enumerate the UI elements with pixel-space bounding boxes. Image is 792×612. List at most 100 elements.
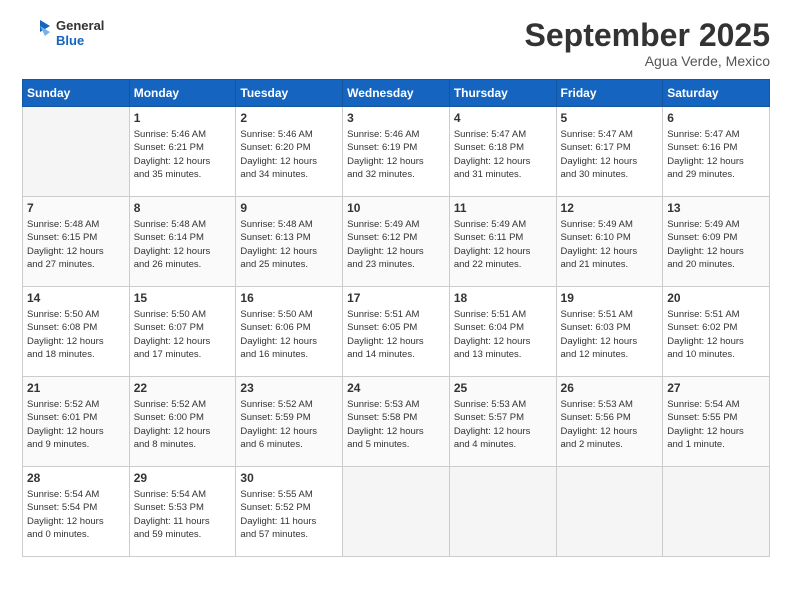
day-number: 23 xyxy=(240,380,338,397)
day-number: 15 xyxy=(134,290,232,307)
day-info-line: Sunrise: 5:46 AM xyxy=(347,128,445,141)
day-info-line: Sunset: 6:18 PM xyxy=(454,141,552,154)
calendar-cell xyxy=(449,467,556,557)
day-info-line: Sunrise: 5:54 AM xyxy=(27,488,125,501)
week-row-5: 28Sunrise: 5:54 AMSunset: 5:54 PMDayligh… xyxy=(23,467,770,557)
day-number: 20 xyxy=(667,290,765,307)
day-number: 11 xyxy=(454,200,552,217)
day-info-line: Sunrise: 5:47 AM xyxy=(667,128,765,141)
day-info-line: Daylight: 12 hours xyxy=(347,425,445,438)
day-info-line: Daylight: 12 hours xyxy=(134,335,232,348)
day-info-line: Sunset: 6:07 PM xyxy=(134,321,232,334)
calendar-cell: 18Sunrise: 5:51 AMSunset: 6:04 PMDayligh… xyxy=(449,287,556,377)
day-info-line: Daylight: 12 hours xyxy=(134,155,232,168)
day-info-line: Sunset: 6:14 PM xyxy=(134,231,232,244)
day-info-line: Sunset: 5:55 PM xyxy=(667,411,765,424)
day-info-line: and 30 minutes. xyxy=(561,168,659,181)
day-info-line: Sunrise: 5:51 AM xyxy=(561,308,659,321)
calendar-cell xyxy=(556,467,663,557)
day-number: 7 xyxy=(27,200,125,217)
weekday-thursday: Thursday xyxy=(449,80,556,107)
day-info-line: and 18 minutes. xyxy=(27,348,125,361)
page: General Blue September 2025 Agua Verde, … xyxy=(0,0,792,612)
day-info-line: Sunset: 6:17 PM xyxy=(561,141,659,154)
weekday-saturday: Saturday xyxy=(663,80,770,107)
day-info-line: Sunset: 6:20 PM xyxy=(240,141,338,154)
week-row-2: 7Sunrise: 5:48 AMSunset: 6:15 PMDaylight… xyxy=(23,197,770,287)
day-number: 21 xyxy=(27,380,125,397)
calendar-cell: 19Sunrise: 5:51 AMSunset: 6:03 PMDayligh… xyxy=(556,287,663,377)
day-info-line: Daylight: 12 hours xyxy=(347,245,445,258)
calendar-cell: 24Sunrise: 5:53 AMSunset: 5:58 PMDayligh… xyxy=(343,377,450,467)
day-info-line: Daylight: 12 hours xyxy=(27,425,125,438)
day-info-line: and 29 minutes. xyxy=(667,168,765,181)
day-info-line: Sunset: 6:19 PM xyxy=(347,141,445,154)
calendar-cell: 2Sunrise: 5:46 AMSunset: 6:20 PMDaylight… xyxy=(236,107,343,197)
day-info-line: Daylight: 12 hours xyxy=(454,335,552,348)
day-info-line: Sunrise: 5:48 AM xyxy=(134,218,232,231)
header: General Blue September 2025 Agua Verde, … xyxy=(22,18,770,69)
day-number: 4 xyxy=(454,110,552,127)
day-info-line: Sunrise: 5:47 AM xyxy=(561,128,659,141)
day-info-line: and 1 minute. xyxy=(667,438,765,451)
day-info-line: and 20 minutes. xyxy=(667,258,765,271)
day-info-line: and 12 minutes. xyxy=(561,348,659,361)
day-info-line: Sunrise: 5:53 AM xyxy=(454,398,552,411)
day-info-line: and 59 minutes. xyxy=(134,528,232,541)
day-info-line: and 14 minutes. xyxy=(347,348,445,361)
weekday-monday: Monday xyxy=(129,80,236,107)
day-info-line: Daylight: 12 hours xyxy=(561,335,659,348)
day-info-line: and 16 minutes. xyxy=(240,348,338,361)
day-info-line: and 0 minutes. xyxy=(27,528,125,541)
calendar-cell: 28Sunrise: 5:54 AMSunset: 5:54 PMDayligh… xyxy=(23,467,130,557)
day-info-line: Daylight: 12 hours xyxy=(134,245,232,258)
logo-text: General Blue xyxy=(56,19,104,49)
day-info-line: and 13 minutes. xyxy=(454,348,552,361)
calendar-cell: 6Sunrise: 5:47 AMSunset: 6:16 PMDaylight… xyxy=(663,107,770,197)
day-info-line: Daylight: 12 hours xyxy=(134,425,232,438)
day-info-line: and 23 minutes. xyxy=(347,258,445,271)
week-row-3: 14Sunrise: 5:50 AMSunset: 6:08 PMDayligh… xyxy=(23,287,770,377)
day-info-line: Sunset: 6:00 PM xyxy=(134,411,232,424)
day-info-line: Sunset: 6:10 PM xyxy=(561,231,659,244)
day-info-line: Daylight: 12 hours xyxy=(240,245,338,258)
day-info-line: Sunrise: 5:49 AM xyxy=(667,218,765,231)
day-info-line: Sunrise: 5:54 AM xyxy=(667,398,765,411)
calendar-cell: 15Sunrise: 5:50 AMSunset: 6:07 PMDayligh… xyxy=(129,287,236,377)
calendar-cell: 11Sunrise: 5:49 AMSunset: 6:11 PMDayligh… xyxy=(449,197,556,287)
calendar-cell: 8Sunrise: 5:48 AMSunset: 6:14 PMDaylight… xyxy=(129,197,236,287)
day-number: 25 xyxy=(454,380,552,397)
day-info-line: Sunset: 5:57 PM xyxy=(454,411,552,424)
calendar-cell: 30Sunrise: 5:55 AMSunset: 5:52 PMDayligh… xyxy=(236,467,343,557)
calendar-cell xyxy=(23,107,130,197)
day-info-line: Sunset: 5:53 PM xyxy=(134,501,232,514)
day-info-line: and 27 minutes. xyxy=(27,258,125,271)
day-info-line: Sunrise: 5:55 AM xyxy=(240,488,338,501)
day-info-line: Daylight: 12 hours xyxy=(561,245,659,258)
day-number: 16 xyxy=(240,290,338,307)
calendar-cell: 17Sunrise: 5:51 AMSunset: 6:05 PMDayligh… xyxy=(343,287,450,377)
day-info-line: Sunset: 6:09 PM xyxy=(667,231,765,244)
day-info-line: Daylight: 11 hours xyxy=(240,515,338,528)
day-info-line: Sunset: 5:59 PM xyxy=(240,411,338,424)
logo: General Blue xyxy=(22,18,104,50)
calendar-cell: 29Sunrise: 5:54 AMSunset: 5:53 PMDayligh… xyxy=(129,467,236,557)
day-info-line: Sunrise: 5:46 AM xyxy=(134,128,232,141)
day-info-line: Sunset: 6:02 PM xyxy=(667,321,765,334)
day-number: 3 xyxy=(347,110,445,127)
day-info-line: Sunset: 5:52 PM xyxy=(240,501,338,514)
calendar-cell: 4Sunrise: 5:47 AMSunset: 6:18 PMDaylight… xyxy=(449,107,556,197)
day-number: 27 xyxy=(667,380,765,397)
day-number: 14 xyxy=(27,290,125,307)
week-row-1: 1Sunrise: 5:46 AMSunset: 6:21 PMDaylight… xyxy=(23,107,770,197)
calendar-cell: 16Sunrise: 5:50 AMSunset: 6:06 PMDayligh… xyxy=(236,287,343,377)
day-info-line: Sunset: 6:01 PM xyxy=(27,411,125,424)
day-info-line: Sunset: 5:56 PM xyxy=(561,411,659,424)
day-info-line: Daylight: 12 hours xyxy=(667,335,765,348)
calendar-cell: 23Sunrise: 5:52 AMSunset: 5:59 PMDayligh… xyxy=(236,377,343,467)
day-info-line: and 26 minutes. xyxy=(134,258,232,271)
day-info-line: Daylight: 12 hours xyxy=(561,155,659,168)
weekday-wednesday: Wednesday xyxy=(343,80,450,107)
calendar-cell: 12Sunrise: 5:49 AMSunset: 6:10 PMDayligh… xyxy=(556,197,663,287)
calendar-cell: 13Sunrise: 5:49 AMSunset: 6:09 PMDayligh… xyxy=(663,197,770,287)
